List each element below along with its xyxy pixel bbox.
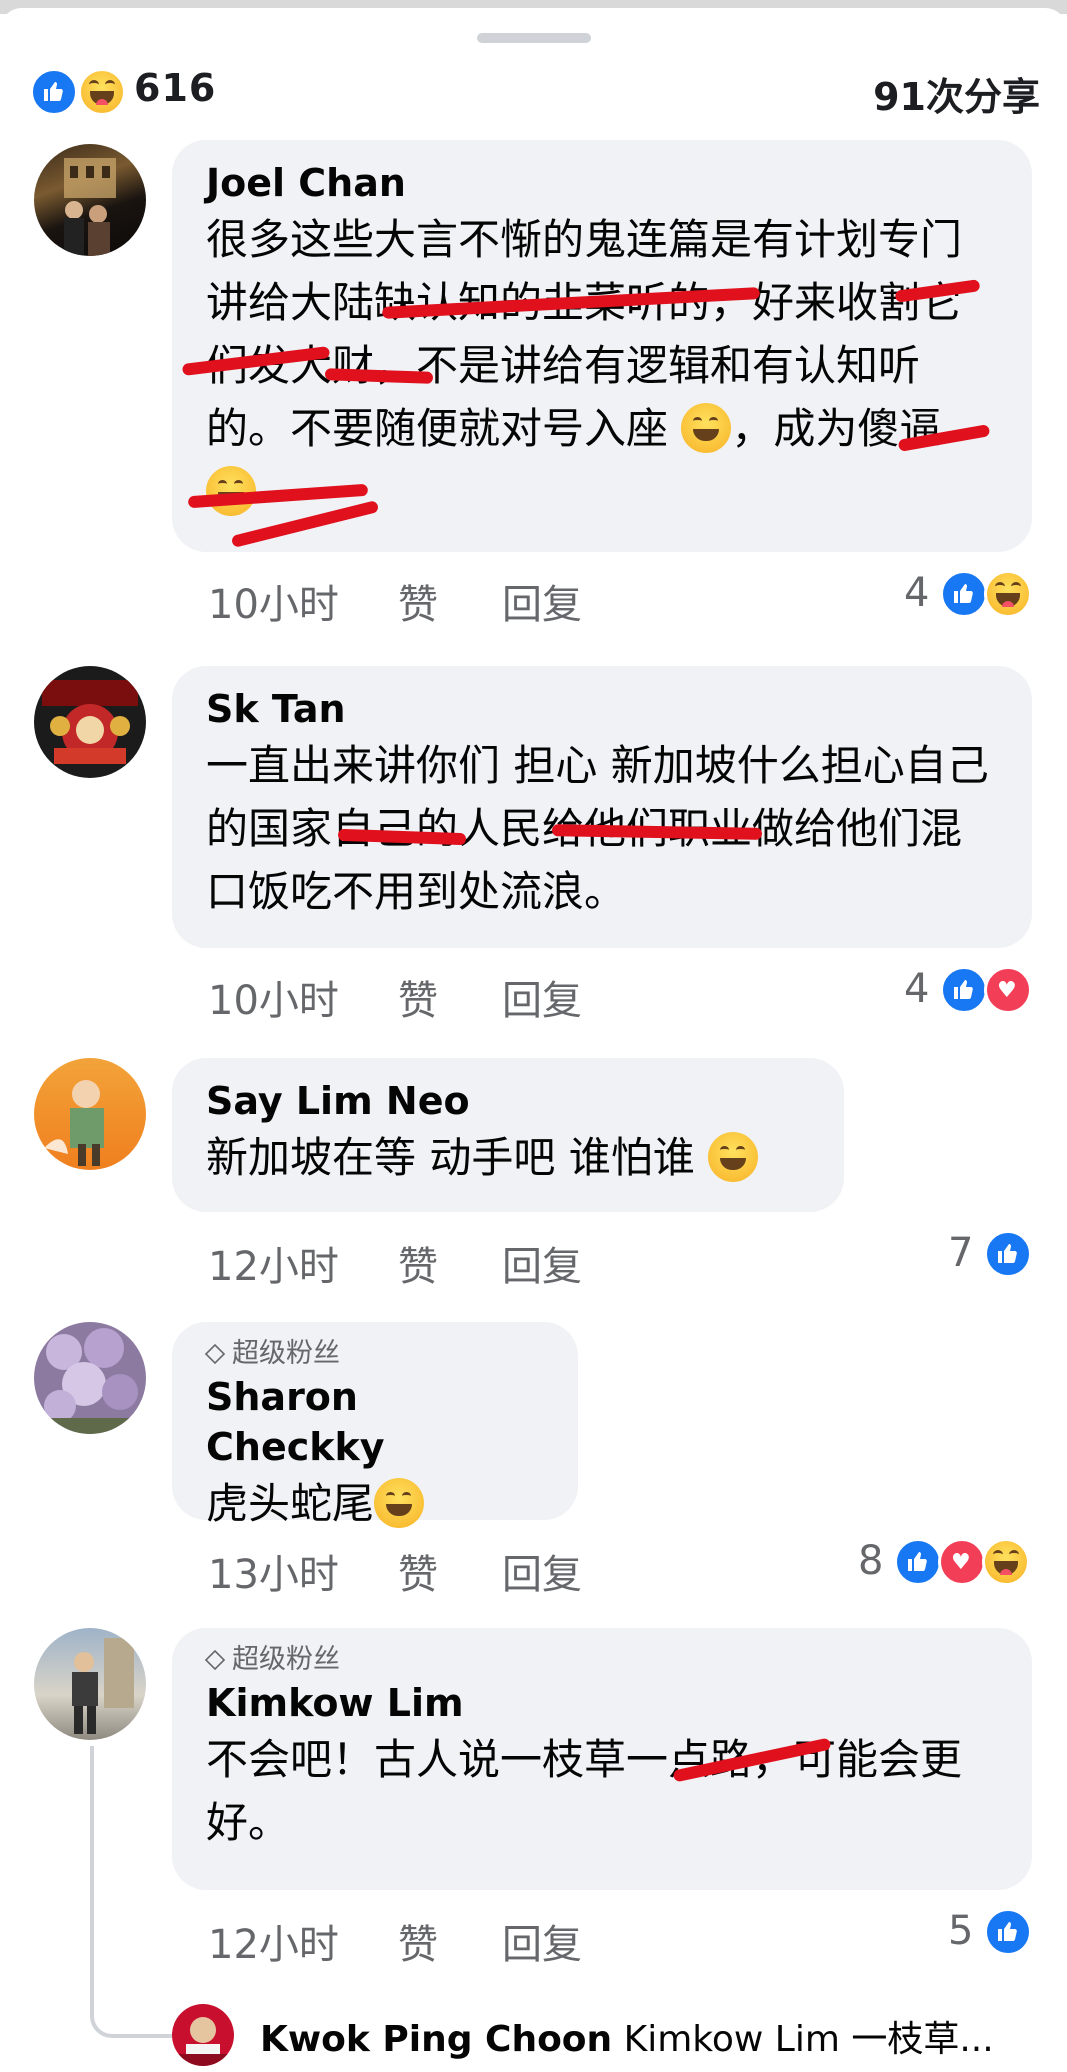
diamond-icon [204,1343,226,1365]
comment-text: 不会吧！古人说一枝草一点路，可能会更好。 [206,1735,963,1847]
diamond-icon [204,1649,226,1671]
comment-author[interactable]: Sk Tan [206,684,1000,734]
comment-time: 10小时 [208,582,339,628]
comment-author[interactable]: Say Lim Neo [206,1076,812,1126]
top-fan-badge: 超级粉丝 [204,1336,546,1372]
avatar[interactable] [34,666,146,778]
comment-bubble[interactable]: 超级粉丝 Sharon Checkky 虎头蛇尾 [172,1322,578,1528]
grin-emoji-icon [708,1132,759,1182]
love-icon: ♥ [984,966,1032,1014]
reply-button[interactable]: 回复 [502,1234,582,1292]
comment-time: 10小时 [208,978,339,1024]
like-button[interactable]: 赞 [398,1542,438,1600]
like-button[interactable]: 赞 [398,968,438,1026]
top-fan-badge: 超级粉丝 [204,1642,1000,1678]
reply-button[interactable]: 回复 [502,1542,582,1600]
comment-author[interactable]: Joel Chan [206,158,1000,208]
like-icon [940,570,988,618]
haha-icon [78,68,126,116]
reply-button[interactable]: 回复 [502,572,582,630]
laughing-emoji-icon [374,1478,425,1528]
rofl-emoji-icon [681,403,732,453]
comment-reaction-count[interactable]: 4 [904,966,929,1012]
comment-bubble[interactable]: Say Lim Neo 新加坡在等 动手吧 谁怕谁 [172,1058,844,1212]
avatar[interactable] [34,144,146,256]
reply-preview[interactable]: Kwok Ping Choon Kimkow Lim 一枝草... [172,2004,1052,2066]
comment-author[interactable]: Kimkow Lim [206,1678,1000,1728]
haha-icon [984,570,1032,618]
comment-reaction-count[interactable]: 8 [858,1538,883,1584]
drag-handle[interactable] [477,33,591,43]
reply-author[interactable]: Kwok Ping Choon [260,2019,612,2060]
reply-button[interactable]: 回复 [502,1912,582,1970]
comment-bubble[interactable]: 超级粉丝 Kimkow Lim 不会吧！古人说一枝草一点路，可能会更好。 [172,1628,1032,1890]
comment-time: 12小时 [208,1922,339,1968]
reply-thread-line [90,1746,94,2000]
comment-author[interactable]: Sharon Checkky [206,1372,546,1472]
love-icon: ♥ [938,1538,986,1586]
comment-text: 虎头蛇尾 [206,1479,375,1528]
like-button[interactable]: 赞 [398,1234,438,1292]
reaction-total[interactable]: 616 [134,66,216,110]
avatar[interactable] [34,1058,146,1170]
avatar[interactable] [172,2004,234,2066]
haha-icon [982,1538,1030,1586]
share-count[interactable]: 91次分享 [873,66,1040,121]
comment-time: 12小时 [208,1244,339,1290]
like-icon [984,1230,1032,1278]
comment-reaction-count[interactable]: 4 [904,570,929,616]
like-button[interactable]: 赞 [398,1912,438,1970]
avatar[interactable] [34,1322,146,1434]
like-icon [30,68,78,116]
comment-time: 13小时 [208,1552,339,1598]
comment-reaction-count[interactable]: 5 [948,1908,973,1954]
like-button[interactable]: 赞 [398,572,438,630]
reactions-summary-bar[interactable]: 616 91次分享 [30,62,1040,122]
comment-reaction-count[interactable]: 7 [948,1230,973,1276]
comment-text: 新加坡在等 动手吧 谁怕谁 [206,1133,695,1182]
avatar[interactable] [34,1628,146,1740]
reply-snippet: Kimkow Lim 一枝草... [623,2019,994,2060]
reply-button[interactable]: 回复 [502,968,582,1026]
like-icon [940,966,988,1014]
reply-thread-elbow [90,1994,172,2038]
comment-bubble[interactable]: Sk Tan 一直出来讲你们 担心 新加坡什么担心自己的国家自己的人民给他们职业… [172,666,1032,948]
like-icon [894,1538,942,1586]
like-icon [984,1908,1032,1956]
